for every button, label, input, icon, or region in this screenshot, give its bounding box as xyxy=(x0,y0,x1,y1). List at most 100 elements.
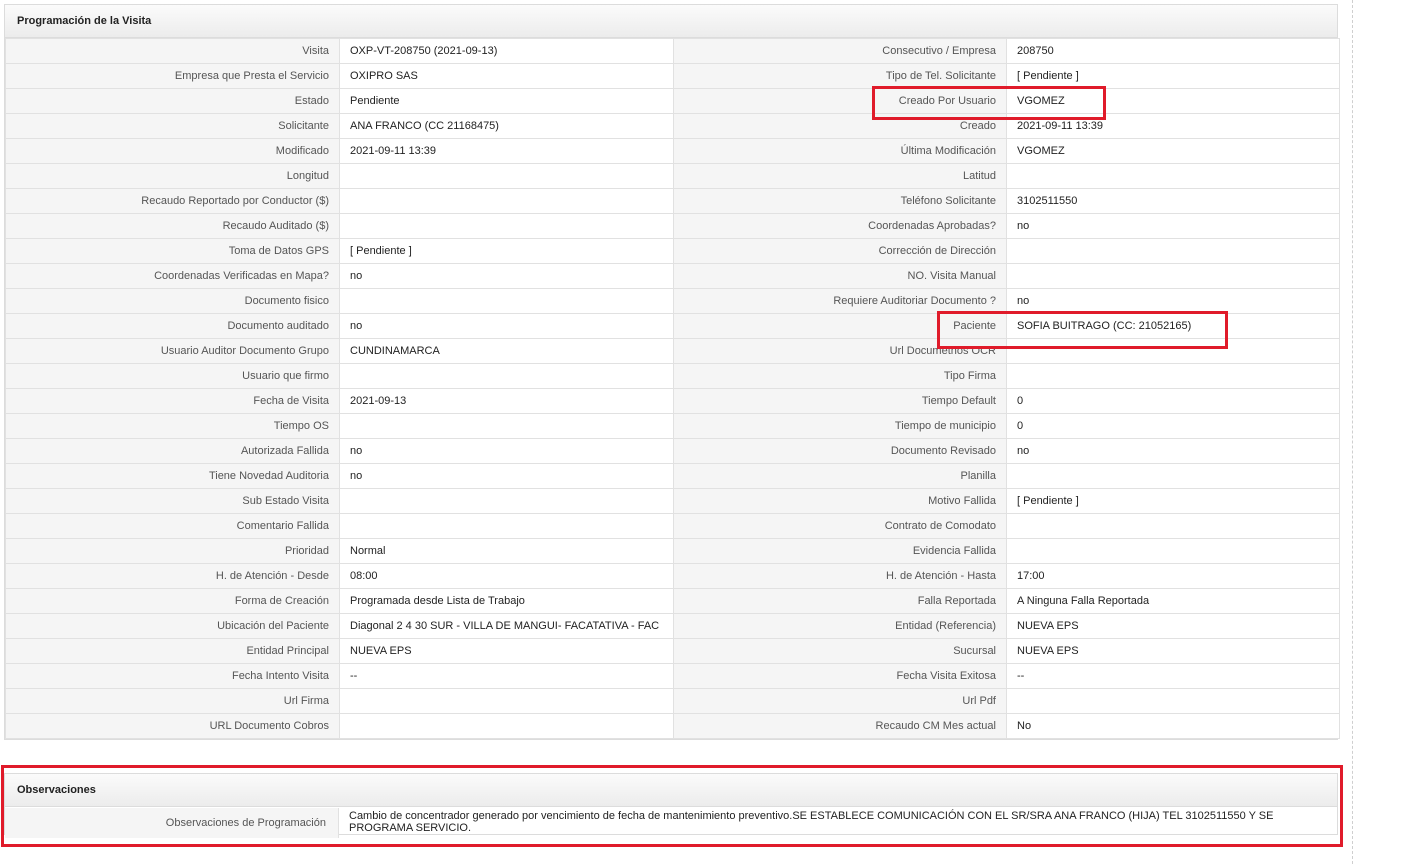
table-row: Fecha Intento Visita -- Fecha Visita Exit… xyxy=(5,663,1340,689)
value-fecha-visita-exitosa: -- xyxy=(1006,663,1340,689)
value-longitud xyxy=(339,163,674,189)
value-comentario-fallida xyxy=(339,513,674,539)
table-row: Recaudo Auditado ($) Coordenadas Aprobada… xyxy=(5,213,1340,239)
label-latitud: Latitud xyxy=(673,163,1007,189)
value-usuario-auditor-documento-grupo: CUNDINAMARCA xyxy=(339,338,674,364)
table-row: Longitud Latitud xyxy=(5,163,1340,189)
value-h-de-atencion-hasta: 17:00 xyxy=(1006,563,1340,589)
value-paciente: SOFIA BUITRAGO (CC: 21052165) xyxy=(1006,313,1340,339)
label-entidad-referencia: Entidad (Referencia) xyxy=(673,613,1007,639)
label-recaudo-cm-mes-actual: Recaudo CM Mes actual xyxy=(673,713,1007,739)
label-telefono-solicitante: Teléfono Solicitante xyxy=(673,188,1007,214)
value-tiempo-os xyxy=(339,413,674,439)
label-sucursal: Sucursal xyxy=(673,638,1007,664)
label-planilla: Planilla xyxy=(673,463,1007,489)
value-creado: 2021-09-11 13:39 xyxy=(1006,113,1340,139)
value-latitud xyxy=(1006,163,1340,189)
label-falla-reportada: Falla Reportada xyxy=(673,588,1007,614)
programacion-panel: Programación de la Visita Visita OXP-VT-2… xyxy=(4,4,1340,740)
table-row: Documento fisico Requiere Auditoriar Docu… xyxy=(5,288,1340,314)
value-tipo-firma xyxy=(1006,363,1340,389)
label-comentario-fallida: Comentario Fallida xyxy=(5,513,340,539)
label-url-documento-cobros: URL Documento Cobros xyxy=(5,713,340,739)
value-documento-auditado: no xyxy=(339,313,674,339)
label-usuario-auditor-documento-grupo: Usuario Auditor Documento Grupo xyxy=(5,338,340,364)
label-autorizada-fallida: Autorizada Fallida xyxy=(5,438,340,464)
label-no-visita-manual: NO. Visita Manual xyxy=(673,263,1007,289)
value-url-documetnos-ocr xyxy=(1006,338,1340,364)
value-requiere-auditoriar-documento: no xyxy=(1006,288,1340,314)
table-row: Entidad Principal NUEVA EPS Sucursal NUEVA … xyxy=(5,638,1340,664)
table-row: Visita OXP-VT-208750 (2021-09-13) Consecut… xyxy=(5,38,1340,64)
label-estado: Estado xyxy=(5,88,340,114)
label-recaudo-auditado: Recaudo Auditado ($) xyxy=(5,213,340,239)
label-toma-de-datos-gps: Toma de Datos GPS xyxy=(5,238,340,264)
label-requiere-auditoriar-documento: Requiere Auditoriar Documento ? xyxy=(673,288,1007,314)
label-usuario-que-firmo: Usuario que firmo xyxy=(5,363,340,389)
table-row: Toma de Datos GPS[ Pendiente ] Corrección… xyxy=(5,238,1340,264)
value-tiene-novedad-auditoria: no xyxy=(339,463,674,489)
table-row: Sub Estado Visita Motivo Fallida[ Pendien… xyxy=(5,488,1340,514)
value-contrato-de-comodato xyxy=(1006,513,1340,539)
value-visita: OXP-VT-208750 (2021-09-13) xyxy=(339,38,674,64)
table-row: Coordenadas Verificadas en Mapa? no NO. V… xyxy=(5,263,1340,289)
value-modificado: 2021-09-11 13:39 xyxy=(339,138,674,164)
value-recaudo-auditado xyxy=(339,213,674,239)
label-visita: Visita xyxy=(5,38,340,64)
value-estado: Pendiente xyxy=(339,88,674,114)
value-ultima-modificacion: VGOMEZ xyxy=(1006,138,1340,164)
label-documento-auditado: Documento auditado xyxy=(5,313,340,339)
label-consecutivo-empresa: Consecutivo / Empresa xyxy=(673,38,1007,64)
programacion-title: Programación de la Visita xyxy=(5,5,1337,38)
table-row: H. de Atención - Desde 08:00 H. de Atenció… xyxy=(5,563,1340,589)
table-row: Empresa que Presta el Servicio OXIPRO SAS… xyxy=(5,63,1340,89)
label-paciente: Paciente xyxy=(673,313,1007,339)
label-modificado: Modificado xyxy=(5,138,340,164)
label-ultima-modificacion: Última Modificación xyxy=(673,138,1007,164)
table-row: Estado Pendiente Creado Por Usuario VGOMEZ xyxy=(5,88,1340,114)
value-coordenadas-verificadas-en-mapa: no xyxy=(339,263,674,289)
label-recaudo-reportado-por-conductor: Recaudo Reportado por Conductor ($) xyxy=(5,188,340,214)
value-empresa-que-presta-el-servicio: OXIPRO SAS xyxy=(339,63,674,89)
table-row: Url Firma Url Pdf xyxy=(5,688,1340,714)
value-documento-fisico xyxy=(339,288,674,314)
visit-details-table: Visita OXP-VT-208750 (2021-09-13) Consecut… xyxy=(5,38,1340,739)
observaciones-title: Observaciones xyxy=(5,774,1337,807)
value-entidad-referencia: NUEVA EPS xyxy=(1006,613,1340,639)
value-recaudo-cm-mes-actual: No xyxy=(1006,713,1340,739)
label-tipo-de-tel-solicitante: Tipo de Tel. Solicitante xyxy=(673,63,1007,89)
label-fecha-de-visita: Fecha de Visita xyxy=(5,388,340,414)
label-tiempo-de-municipio: Tiempo de municipio xyxy=(673,413,1007,439)
label-creado-por-usuario: Creado Por Usuario xyxy=(673,88,1007,114)
value-correccion-de-direccion xyxy=(1006,238,1340,264)
value-recaudo-reportado-por-conductor xyxy=(339,188,674,214)
table-row: Solicitante ANA FRANCO (CC 21168475) Cread… xyxy=(5,113,1340,139)
table-row: Modificado 2021-09-11 13:39 Última Modific… xyxy=(5,138,1340,164)
value-falla-reportada: A Ninguna Falla Reportada xyxy=(1006,588,1340,614)
label-documento-fisico: Documento fisico xyxy=(5,288,340,314)
value-ubicacion-del-paciente: Diagonal 2 4 30 SUR - VILLA DE MANGUI- F… xyxy=(339,613,674,639)
label-tipo-firma: Tipo Firma xyxy=(673,363,1007,389)
visit-details-body: Visita OXP-VT-208750 (2021-09-13) Consecut… xyxy=(5,38,1340,739)
label-entidad-principal: Entidad Principal xyxy=(5,638,340,664)
label-forma-de-creacion: Forma de Creación xyxy=(5,588,340,614)
value-sucursal: NUEVA EPS xyxy=(1006,638,1340,664)
value-no-visita-manual xyxy=(1006,263,1340,289)
label-url-documetnos-ocr: Url Documetnos OCR xyxy=(673,338,1007,364)
value-autorizada-fallida: no xyxy=(339,438,674,464)
table-row: Recaudo Reportado por Conductor ($) Teléf… xyxy=(5,188,1340,214)
label-solicitante: Solicitante xyxy=(5,113,340,139)
value-consecutivo-empresa: 208750 xyxy=(1006,38,1340,64)
label-longitud: Longitud xyxy=(5,163,340,189)
value-telefono-solicitante: 3102511550 xyxy=(1006,188,1340,214)
value-solicitante: ANA FRANCO (CC 21168475) xyxy=(339,113,674,139)
value-motivo-fallida: [ Pendiente ] xyxy=(1006,488,1340,514)
table-row: Tiene Novedad Auditoria no Planilla xyxy=(5,463,1340,489)
value-entidad-principal: NUEVA EPS xyxy=(339,638,674,664)
table-row: Autorizada Fallida no Documento Revisado … xyxy=(5,438,1340,464)
observaciones-label: Observaciones de Programación xyxy=(5,808,339,838)
value-url-firma xyxy=(339,688,674,714)
label-creado: Creado xyxy=(673,113,1007,139)
table-row: Tiempo OS Tiempo de municipio 0 xyxy=(5,413,1340,439)
value-usuario-que-firmo xyxy=(339,363,674,389)
